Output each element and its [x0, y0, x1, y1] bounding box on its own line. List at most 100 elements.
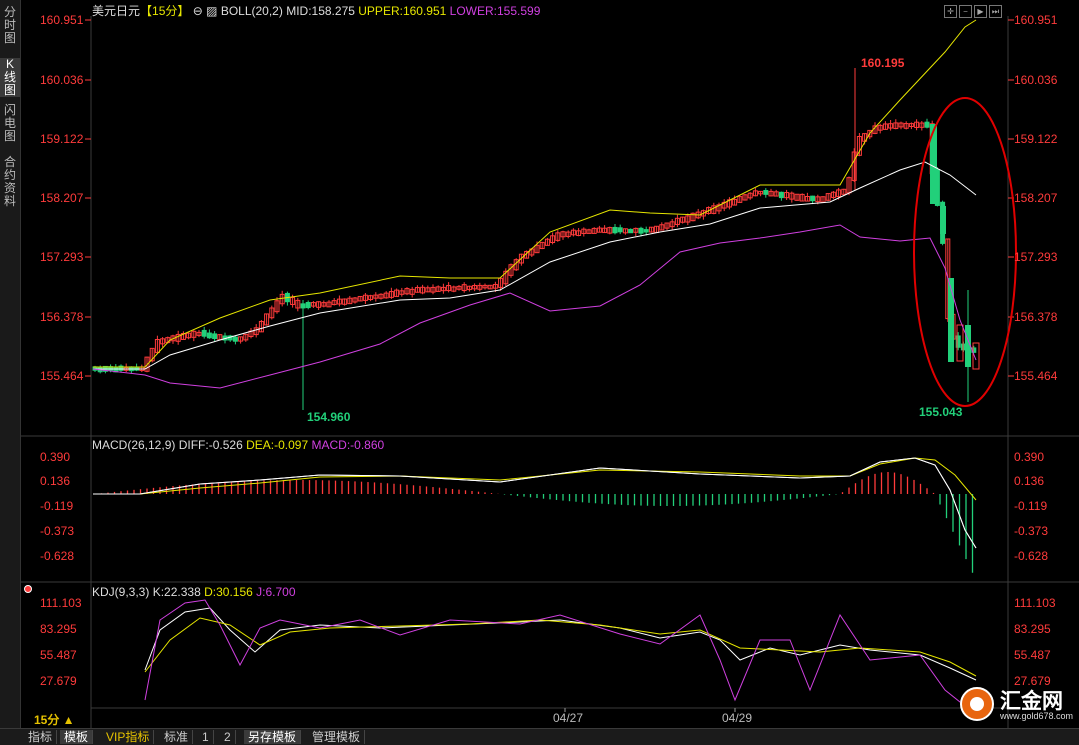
candle-body [305, 301, 311, 309]
macd-tick: -0.119 [40, 499, 74, 513]
macd-label: MACD(26,12,9) [92, 438, 176, 452]
kdj-k: K:22.338 [152, 585, 201, 599]
macd-diff-line [93, 457, 977, 549]
macd-tick: 0.136 [40, 474, 71, 488]
kdj-k-line [144, 607, 977, 681]
tab-time-chart[interactable]: 分时图 [0, 6, 20, 45]
logo-icon [960, 687, 994, 721]
kdj-header: KDJ(9,3,3) K:22.338 D:30.156 J:6.700 [92, 585, 296, 599]
price-tick: 160.951 [40, 13, 84, 27]
macd-diff-line [93, 457, 977, 549]
kdj-j-line [144, 599, 977, 705]
indicator-icon[interactable]: ▨ [206, 4, 217, 18]
candle-body [201, 329, 207, 337]
candlestick-series [92, 68, 980, 410]
price-tick: 157.293 [1014, 250, 1058, 264]
candle-body [643, 229, 649, 233]
boll-lower: LOWER:155.599 [449, 4, 541, 18]
candle-body [778, 191, 784, 199]
price-tick: 159.122 [40, 132, 84, 146]
minus-icon[interactable]: − [959, 5, 972, 18]
kdj-tick: 55.487 [1014, 648, 1051, 662]
candle-body [924, 121, 930, 128]
manage-templates-button[interactable]: 管理模板 [308, 730, 366, 744]
kdj-tick: 111.103 [1014, 596, 1056, 610]
macd-tick: -0.373 [1014, 524, 1049, 538]
window-controls: ✛ − ▶ ⏭ [944, 1, 1004, 19]
price-tick: 160.036 [1014, 73, 1058, 87]
symbol-name: 美元日元 [92, 4, 141, 18]
macd-tick: -0.373 [40, 524, 75, 538]
macd-tick: -0.628 [1014, 549, 1049, 563]
play-icon[interactable]: ▶ [974, 5, 987, 18]
macd-dea: DEA:-0.097 [246, 438, 309, 452]
price-tick: 160.951 [1014, 13, 1058, 27]
kdj-tick: 83.295 [40, 622, 77, 636]
price-tick: 158.207 [40, 191, 84, 205]
price-tick: 160.036 [40, 73, 84, 87]
kdj-tick: 83.295 [1014, 622, 1051, 636]
price-tick: 156.378 [40, 310, 84, 324]
candle-body [628, 228, 634, 234]
macd-tick: 0.390 [1014, 450, 1045, 464]
kdj-d: D:30.156 [204, 585, 253, 599]
macd-tick: -0.628 [40, 549, 75, 563]
kdj-series [144, 599, 977, 705]
high-price-label: 160.195 [861, 56, 905, 70]
tab-standard[interactable]: 标准 [160, 730, 194, 744]
tab-template-1[interactable]: 1 [198, 730, 214, 744]
candle-body [206, 332, 212, 339]
logo-url: www.gold678.com [1000, 711, 1074, 721]
macd-series [93, 457, 977, 573]
kdj-settings-icon[interactable] [24, 585, 32, 593]
price-tick: 159.122 [1014, 132, 1058, 146]
settings-icon[interactable]: ⊖ [193, 4, 203, 18]
candle-body [810, 195, 816, 202]
candle-body [763, 189, 769, 195]
low-price-label: 154.960 [307, 410, 351, 424]
price-tick: 156.378 [1014, 310, 1058, 324]
date-label: 04/29 [722, 711, 753, 725]
low-price-label: 155.043 [919, 405, 963, 419]
kdj-tick: 27.679 [40, 674, 77, 688]
macd-tick: 0.136 [1014, 474, 1045, 488]
sidebar: 分时图 K线图 闪电图 合约资料 [0, 0, 21, 744]
save-template-button[interactable]: 另存模板 [244, 730, 302, 744]
price-tick: 155.464 [40, 369, 84, 383]
price-tick: 158.207 [1014, 191, 1058, 205]
kdj-j: J:6.700 [256, 585, 296, 599]
gold678-logo: 汇金网 www.gold678.com [958, 683, 1076, 723]
boll-bands [92, 19, 977, 549]
macd-tick: 0.390 [40, 450, 71, 464]
crosshair-icon[interactable]: ✛ [944, 5, 957, 18]
tab-indicators[interactable]: 指标 [24, 730, 58, 744]
tab-vip-indicators[interactable]: VIP指标 [102, 730, 155, 744]
macd-diff: DIFF:-0.526 [178, 438, 243, 452]
candle-body [940, 206, 946, 234]
macd-header: MACD(26,12,9) DIFF:-0.526 DEA:-0.097 MAC… [92, 438, 384, 452]
main-chart-header: 美元日元【15分】 ⊖ ▨ BOLL(20,2) MID:158.275 UPP… [92, 2, 540, 19]
candle-body [612, 226, 618, 234]
bottom-toolbar: 指标 模板 VIP指标 标准 1 2 另存模板 管理模板 [0, 728, 1079, 745]
candle-body [638, 227, 644, 234]
candle-body [232, 336, 238, 342]
period-label: 【15分】 [140, 4, 190, 18]
price-tick: 155.464 [1014, 369, 1058, 383]
chart-canvas[interactable] [0, 0, 1079, 744]
tab-kline-chart[interactable]: K线图 [0, 58, 20, 97]
boll-upper: UPPER:160.951 [358, 4, 447, 18]
kdj-label: KDJ(9,3,3) [92, 585, 150, 599]
candle-body [617, 227, 623, 233]
date-label: 04/27 [553, 711, 584, 725]
period-selector[interactable]: 15分 ▲ [34, 711, 75, 728]
tab-template-2[interactable]: 2 [220, 730, 236, 744]
tab-flash-chart[interactable]: 闪电图 [0, 104, 20, 143]
boll-label: BOLL(20,2) [220, 4, 283, 18]
price-tick: 157.293 [40, 250, 84, 264]
tab-contract-info[interactable]: 合约资料 [0, 156, 20, 208]
next-icon[interactable]: ⏭ [989, 5, 1002, 18]
tab-templates[interactable]: 模板 [60, 730, 94, 744]
candle-body [212, 333, 218, 340]
kdj-tick: 111.103 [40, 596, 82, 610]
kdj-tick: 55.487 [40, 648, 77, 662]
